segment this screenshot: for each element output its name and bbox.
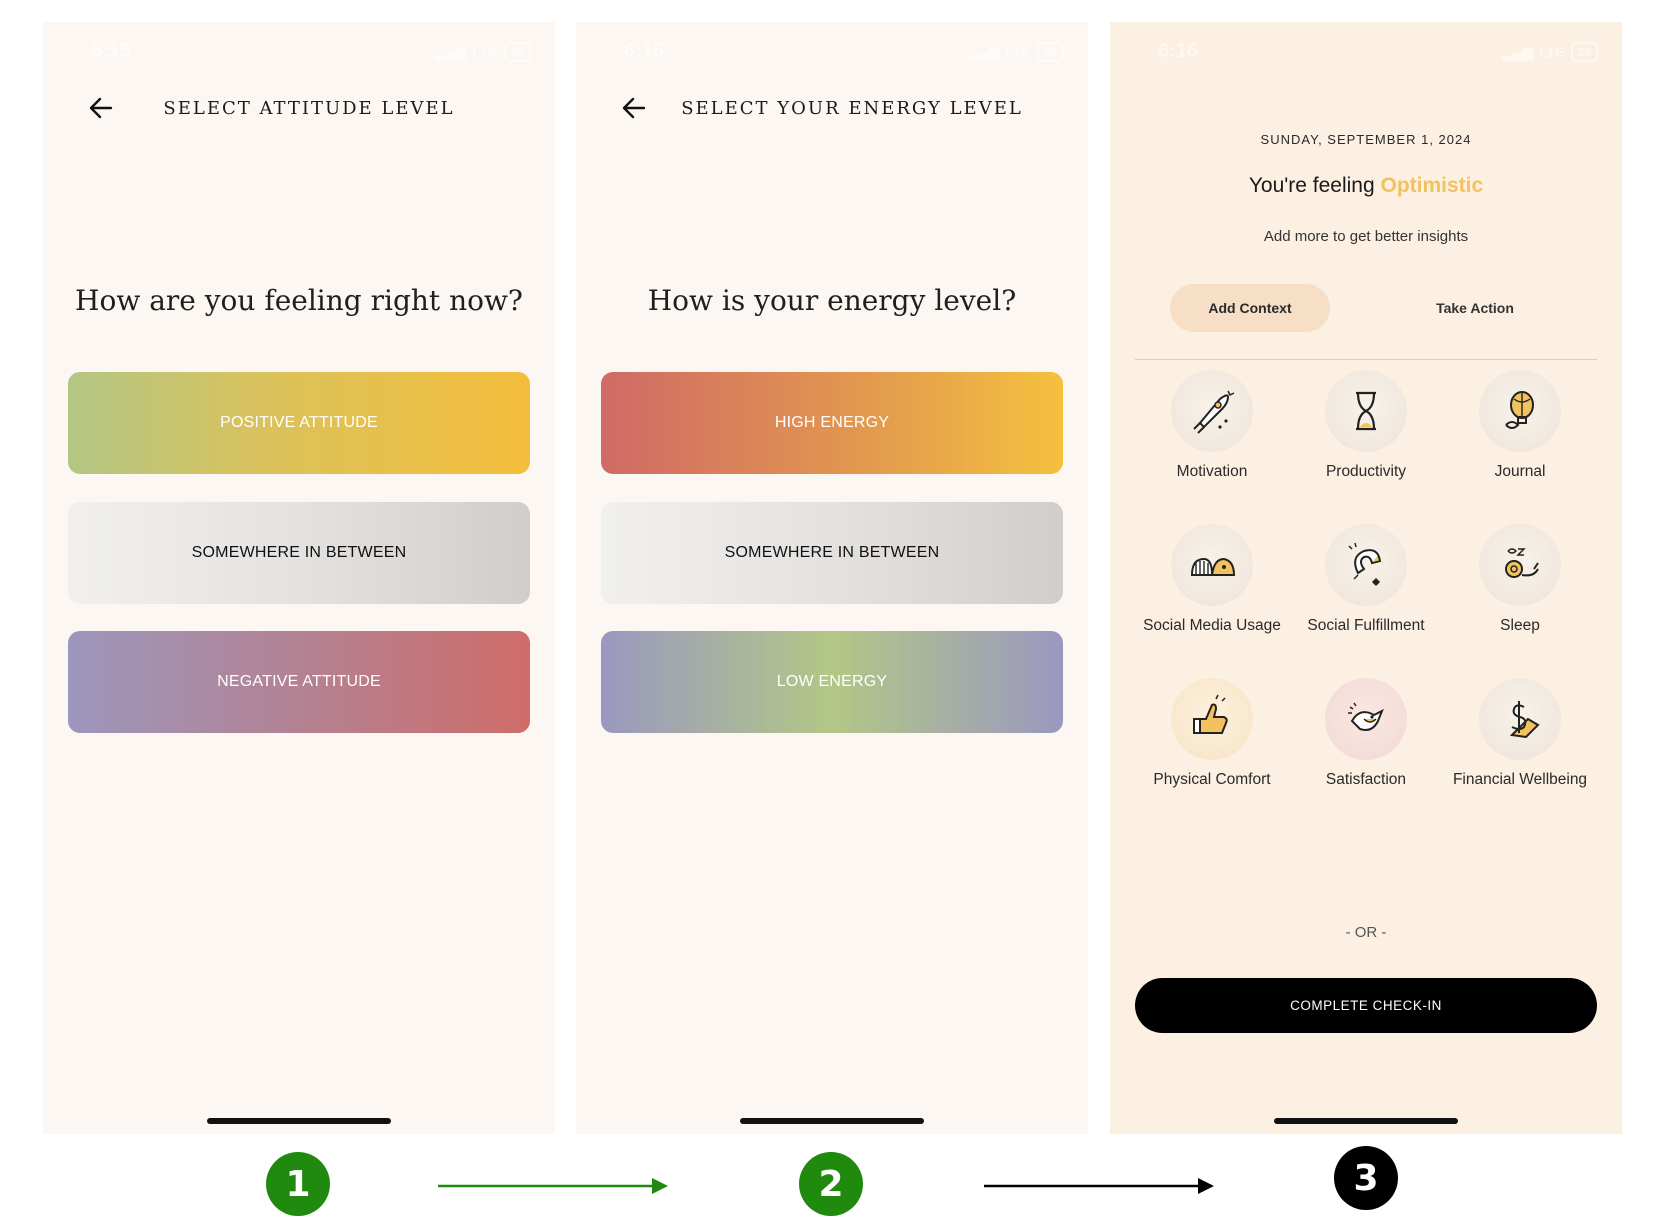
category-label: Sleep [1500, 617, 1540, 634]
in-between-attitude-button[interactable]: SOMEWHERE IN BETWEEN [68, 502, 530, 604]
high-energy-button[interactable]: HIGH ENERGY [601, 372, 1063, 474]
step-2-badge: 2 [799, 1152, 863, 1216]
back-arrow-icon[interactable] [87, 94, 115, 122]
network-label: LTE [1539, 44, 1565, 60]
network-label: LTE [1005, 44, 1031, 60]
complete-checkin-button[interactable]: COMPLETE CHECK-IN [1135, 978, 1597, 1033]
category-physical-comfort[interactable]: Physical Comfort [1135, 678, 1289, 791]
step-3-badge: 3 [1334, 1146, 1398, 1210]
battery-icon: 26 [503, 42, 531, 62]
snail-icon [1479, 524, 1561, 606]
category-social-media-usage[interactable]: Social Media Usage [1135, 524, 1289, 637]
positive-attitude-button[interactable]: POSITIVE ATTITUDE [68, 372, 530, 474]
status-bar: 6:15 ▂▄▆ LTE 26 [91, 40, 531, 64]
magnet-icon [1325, 524, 1407, 606]
dollar-icon [1479, 678, 1561, 760]
or-divider: - OR - [1345, 924, 1387, 941]
step-1-badge: 1 [266, 1152, 330, 1216]
category-label: Social Media Usage [1143, 617, 1281, 634]
category-financial-wellbeing[interactable]: Financial Wellbeing [1443, 678, 1597, 791]
category-motivation[interactable]: Motivation [1135, 370, 1289, 483]
signal-icon: ▂▄▆ [967, 43, 1000, 60]
tab-take-action[interactable]: Take Action [1395, 284, 1555, 332]
category-social-fulfillment[interactable]: Social Fulfillment [1289, 524, 1443, 637]
signal-icon: ▂▄▆ [1501, 43, 1534, 60]
balloon-icon [1479, 370, 1561, 452]
battery-icon: 26 [1036, 42, 1064, 62]
status-indicators: ▂▄▆ LTE 26 [968, 42, 1064, 62]
feeling-prefix: You're feeling [1248, 174, 1375, 197]
feeling-heading: You're feeling Optimistic [1110, 174, 1622, 198]
devices-icon [1171, 524, 1253, 606]
network-label: LTE [472, 44, 498, 60]
category-label: Journal [1494, 463, 1546, 480]
category-journal[interactable]: Journal [1443, 370, 1597, 483]
rocket-icon [1171, 370, 1253, 452]
question-heading: How are you feeling right now? [75, 284, 523, 317]
in-between-energy-button[interactable]: SOMEWHERE IN BETWEEN [601, 502, 1063, 604]
status-bar: 6:16 ▂▄▆ LTE 26 [1158, 40, 1598, 64]
home-indicator [1274, 1118, 1458, 1124]
insights-subtitle: Add more to get better insights [1263, 228, 1469, 245]
category-label: Satisfaction [1325, 771, 1407, 788]
back-arrow-icon[interactable] [620, 94, 648, 122]
home-indicator [740, 1118, 924, 1124]
mood-label: Optimistic [1380, 174, 1484, 197]
tab-add-context[interactable]: Add Context [1170, 284, 1330, 332]
category-sleep[interactable]: Sleep [1443, 524, 1597, 637]
page-title: SELECT ATTITUDE LEVEL [163, 98, 455, 119]
energy-screen: 6:15 ▂▄▆ LTE 26 SELECT YOUR ENERGY LEVEL… [576, 22, 1088, 1134]
category-label: Motivation [1176, 463, 1248, 480]
category-productivity[interactable]: Productivity [1289, 370, 1443, 483]
category-label: Productivity [1325, 463, 1407, 480]
context-tabs: Add Context Take Action [1135, 284, 1597, 360]
status-indicators: ▂▄▆ LTE 26 [435, 42, 531, 62]
category-label: Physical Comfort [1153, 771, 1271, 788]
arrow-right-icon [984, 1178, 1214, 1194]
status-indicators: ▂▄▆ LTE 26 [1502, 42, 1598, 62]
signal-icon: ▂▄▆ [434, 43, 467, 60]
negative-attitude-button[interactable]: NEGATIVE ATTITUDE [68, 631, 530, 733]
category-label: Social Fulfillment [1307, 617, 1425, 634]
category-label: Financial Wellbeing [1452, 771, 1588, 788]
battery-icon: 26 [1570, 42, 1598, 62]
thumbs-up-icon [1171, 678, 1253, 760]
home-indicator [207, 1118, 391, 1124]
checkin-summary-screen: 6:16 ▂▄▆ LTE 26 SUNDAY, SEPTEMBER 1, 202… [1110, 22, 1622, 1134]
status-time: 6:16 [1158, 40, 1199, 62]
hourglass-icon [1325, 370, 1407, 452]
status-time: 6:15 [91, 40, 132, 62]
low-energy-button[interactable]: LOW ENERGY [601, 631, 1063, 733]
status-bar: 6:15 ▂▄▆ LTE 26 [624, 40, 1064, 64]
question-heading: How is your energy level? [647, 284, 1017, 317]
checkin-date: SUNDAY, SEPTEMBER 1, 2024 [1260, 132, 1472, 147]
bird-icon [1325, 678, 1407, 760]
attitude-screen: 6:15 ▂▄▆ LTE 26 SELECT ATTITUDE LEVEL Ho… [43, 22, 555, 1134]
category-satisfaction[interactable]: Satisfaction [1289, 678, 1443, 791]
arrow-right-icon [438, 1178, 668, 1194]
status-time: 6:15 [624, 40, 665, 62]
page-title: SELECT YOUR ENERGY LEVEL [681, 98, 1023, 119]
